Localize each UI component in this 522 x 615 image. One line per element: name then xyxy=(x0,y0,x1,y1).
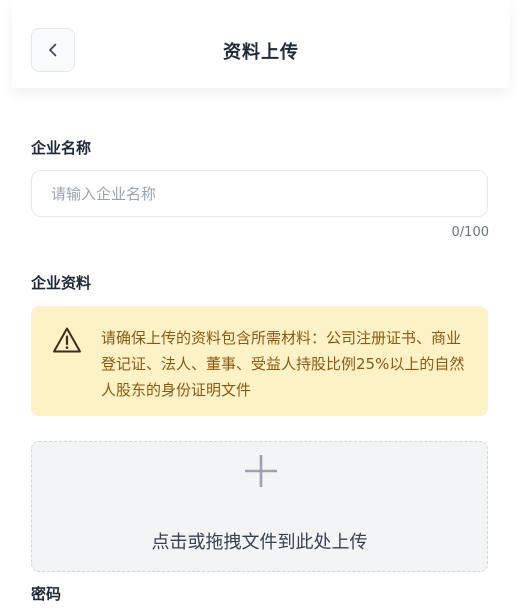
char-counter: 0/100 xyxy=(451,225,489,240)
company-name-input[interactable] xyxy=(31,170,488,217)
notice-text: 请确保上传的资料包含所需材料：公司注册证书、商业登记证、法人、董事、受益人持股比… xyxy=(101,329,465,399)
upload-hint: 点击或拖拽文件到此处上传 xyxy=(151,532,368,553)
company-docs-label: 企业资料 xyxy=(31,274,92,292)
top-bar: 资料上传 xyxy=(12,0,510,88)
file-upload-dropzone[interactable]: 点击或拖拽文件到此处上传 xyxy=(31,441,488,572)
warning-icon xyxy=(53,327,81,353)
company-name-label: 企业名称 xyxy=(31,139,92,157)
requirements-notice: 请确保上传的资料包含所需材料：公司注册证书、商业登记证、法人、董事、受益人持股比… xyxy=(31,306,488,416)
plus-icon xyxy=(245,455,277,487)
password-label: 密码 xyxy=(31,585,62,603)
upload-page: 资料上传 企业名称 0/100 企业资料 请确保上传的资料包含所需材料：公司注册… xyxy=(0,0,522,615)
page-title: 资料上传 xyxy=(223,42,299,63)
